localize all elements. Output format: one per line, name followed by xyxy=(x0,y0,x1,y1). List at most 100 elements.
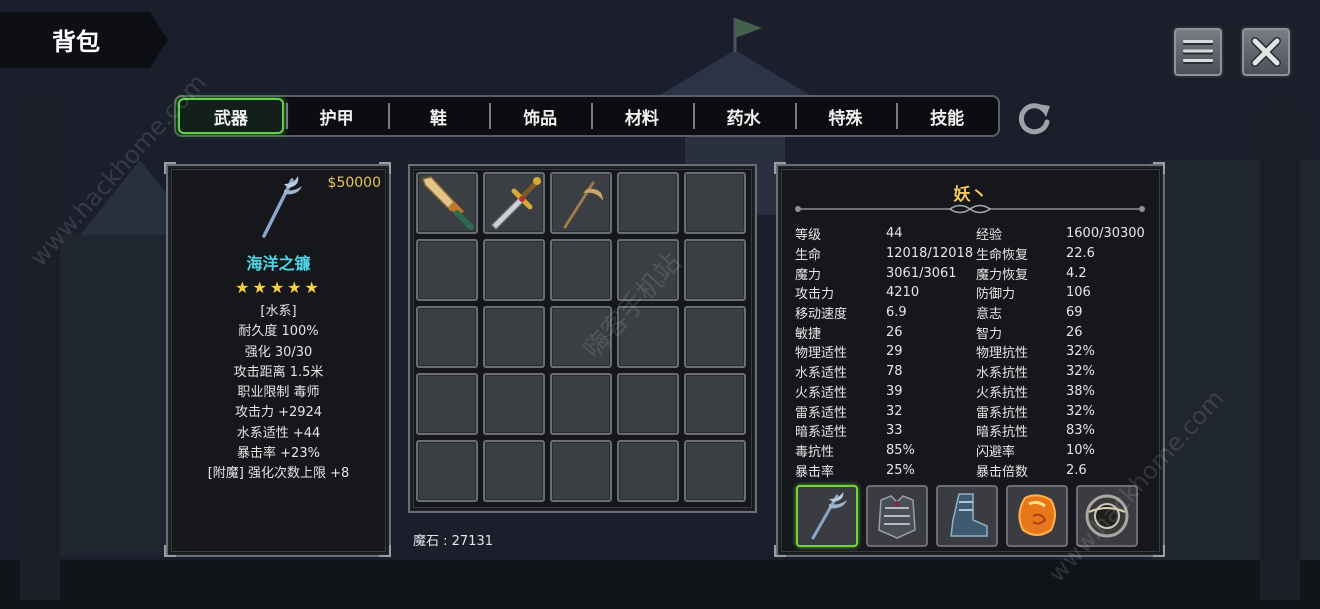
stat-value: 106 xyxy=(1066,285,1091,301)
equipped-ring-slot[interactable] xyxy=(1076,485,1138,547)
stat-value: 83% xyxy=(1066,423,1095,439)
inventory-slot[interactable] xyxy=(483,373,545,435)
inventory-slot[interactable] xyxy=(550,239,612,301)
scythe-icon xyxy=(563,181,603,229)
inventory-grid xyxy=(416,172,746,502)
inventory-slot[interactable] xyxy=(684,373,746,435)
inventory-slot[interactable] xyxy=(416,239,478,301)
tab-weapon[interactable]: 武器 xyxy=(178,98,284,134)
tab-shoes[interactable]: 鞋 xyxy=(387,97,490,135)
equipped-boots-slot[interactable] xyxy=(936,485,998,547)
character-stats-table: 等级 44 经验 1600/30300 生命 12018/12018 生命恢复 … xyxy=(795,224,1155,480)
panel-corner-ornament xyxy=(1153,162,1165,174)
inventory-slot[interactable] xyxy=(550,373,612,435)
stat-value: 32% xyxy=(1066,344,1095,360)
inventory-slot[interactable] xyxy=(617,373,679,435)
inventory-slot[interactable] xyxy=(617,172,679,234)
panel-corner-ornament xyxy=(164,162,176,174)
stat-label: 水系抗性 xyxy=(976,366,1029,382)
boots-icon xyxy=(950,493,988,537)
tab-accessory[interactable]: 饰品 xyxy=(489,97,591,135)
stat-value: 12018/12018 xyxy=(886,246,974,262)
panel-corner-ornament xyxy=(774,545,786,557)
stat-value: 4210 xyxy=(886,285,920,301)
ring-icon xyxy=(1085,494,1129,538)
amber-gem-icon xyxy=(1018,494,1056,536)
inventory-slot[interactable] xyxy=(416,172,478,234)
refresh-button[interactable] xyxy=(1014,98,1054,138)
inventory-slot[interactable] xyxy=(416,373,478,435)
stat-value: 85% xyxy=(886,442,915,458)
inventory-slot[interactable] xyxy=(684,440,746,502)
panel-corner-ornament xyxy=(379,162,391,174)
inventory-slot[interactable] xyxy=(617,306,679,368)
stat-label: 暴击率 xyxy=(795,464,835,480)
inventory-slot[interactable] xyxy=(550,440,612,502)
item-stars: ★★★★★ xyxy=(235,278,322,297)
tab-special[interactable]: 特殊 xyxy=(794,97,897,135)
stat-label: 生命 xyxy=(795,248,822,264)
stat-label: 移动速度 xyxy=(795,307,848,323)
inventory-slot[interactable] xyxy=(483,306,545,368)
close-button[interactable] xyxy=(1240,26,1292,78)
tab-skill[interactable]: 技能 xyxy=(896,97,998,135)
stat-label: 雷系抗性 xyxy=(976,405,1029,421)
panel-corner-ornament xyxy=(1153,545,1165,557)
refresh-icon xyxy=(1018,103,1050,135)
panel-corner-ornament xyxy=(774,162,786,174)
item-attr-line: [附魔] 强化次数上限 +8 xyxy=(207,466,350,482)
stat-label: 经验 xyxy=(976,228,1003,244)
inventory-slot[interactable] xyxy=(483,239,545,301)
item-attr-line: 暴击率 +23% xyxy=(237,446,320,462)
panel-corner-ornament xyxy=(164,545,176,557)
stat-value: 38% xyxy=(1066,383,1095,399)
tab-material[interactable]: 材料 xyxy=(591,97,693,135)
inventory-slot[interactable] xyxy=(416,306,478,368)
inventory-slot[interactable] xyxy=(617,239,679,301)
ornate-dagger-icon xyxy=(491,177,541,230)
stat-value: 25% xyxy=(886,462,915,478)
stat-label: 敏捷 xyxy=(795,326,822,342)
stat-value: 22.6 xyxy=(1066,246,1095,262)
inventory-slot[interactable] xyxy=(617,440,679,502)
inventory-slot[interactable] xyxy=(684,306,746,368)
item-price: $50000 xyxy=(327,175,381,191)
scythe-icon xyxy=(811,492,847,540)
inventory-slot[interactable] xyxy=(684,172,746,234)
item-name: 海洋之镰 xyxy=(246,254,311,273)
category-tabs: 武器 护甲 鞋 饰品 材料 药水 特殊 技能 xyxy=(174,95,1000,137)
close-x-icon xyxy=(1251,37,1281,67)
item-attr-line: 攻击力 +2924 xyxy=(234,405,323,421)
golden-sword-icon xyxy=(422,176,474,230)
stat-value: 44 xyxy=(886,226,903,242)
tab-armor[interactable]: 护甲 xyxy=(285,97,388,135)
inventory-slot[interactable] xyxy=(483,440,545,502)
inventory-slot[interactable] xyxy=(483,172,545,234)
inventory-slot[interactable] xyxy=(416,440,478,502)
hamburger-menu-icon xyxy=(1183,40,1213,64)
stat-label: 智力 xyxy=(976,326,1003,342)
stat-value: 6.9 xyxy=(886,305,907,321)
stat-label: 物理适性 xyxy=(795,346,848,362)
item-attr-line: 攻击距离 1.5米 xyxy=(233,364,324,380)
inventory-slot[interactable] xyxy=(550,306,612,368)
equipped-accessory-slot[interactable] xyxy=(1006,485,1068,547)
scythe-icon xyxy=(262,176,302,238)
stat-label: 暗系抗性 xyxy=(976,425,1029,441)
panel-corner-ornament xyxy=(379,545,391,557)
inventory-slot[interactable] xyxy=(550,172,612,234)
equipped-weapon-slot[interactable] xyxy=(796,485,858,547)
stat-label: 雷系适性 xyxy=(795,405,848,421)
item-attributes: [水系] 耐久度 100% 强化 30/30 攻击距离 1.5米 职业限制 毒师… xyxy=(168,302,389,485)
stat-label: 暗系适性 xyxy=(795,425,848,441)
stat-value: 33 xyxy=(886,423,903,439)
inventory-slot[interactable] xyxy=(684,239,746,301)
item-attr-line: 水系适性 +44 xyxy=(236,425,321,441)
equipped-armor-slot[interactable] xyxy=(866,485,928,547)
stat-value: 2.6 xyxy=(1066,462,1087,478)
stat-label: 意志 xyxy=(976,307,1003,323)
tab-potion[interactable]: 药水 xyxy=(692,97,795,135)
stat-value: 3061/3061 xyxy=(886,265,957,281)
stat-label: 暴击倍数 xyxy=(976,464,1029,480)
menu-button[interactable] xyxy=(1172,26,1224,78)
